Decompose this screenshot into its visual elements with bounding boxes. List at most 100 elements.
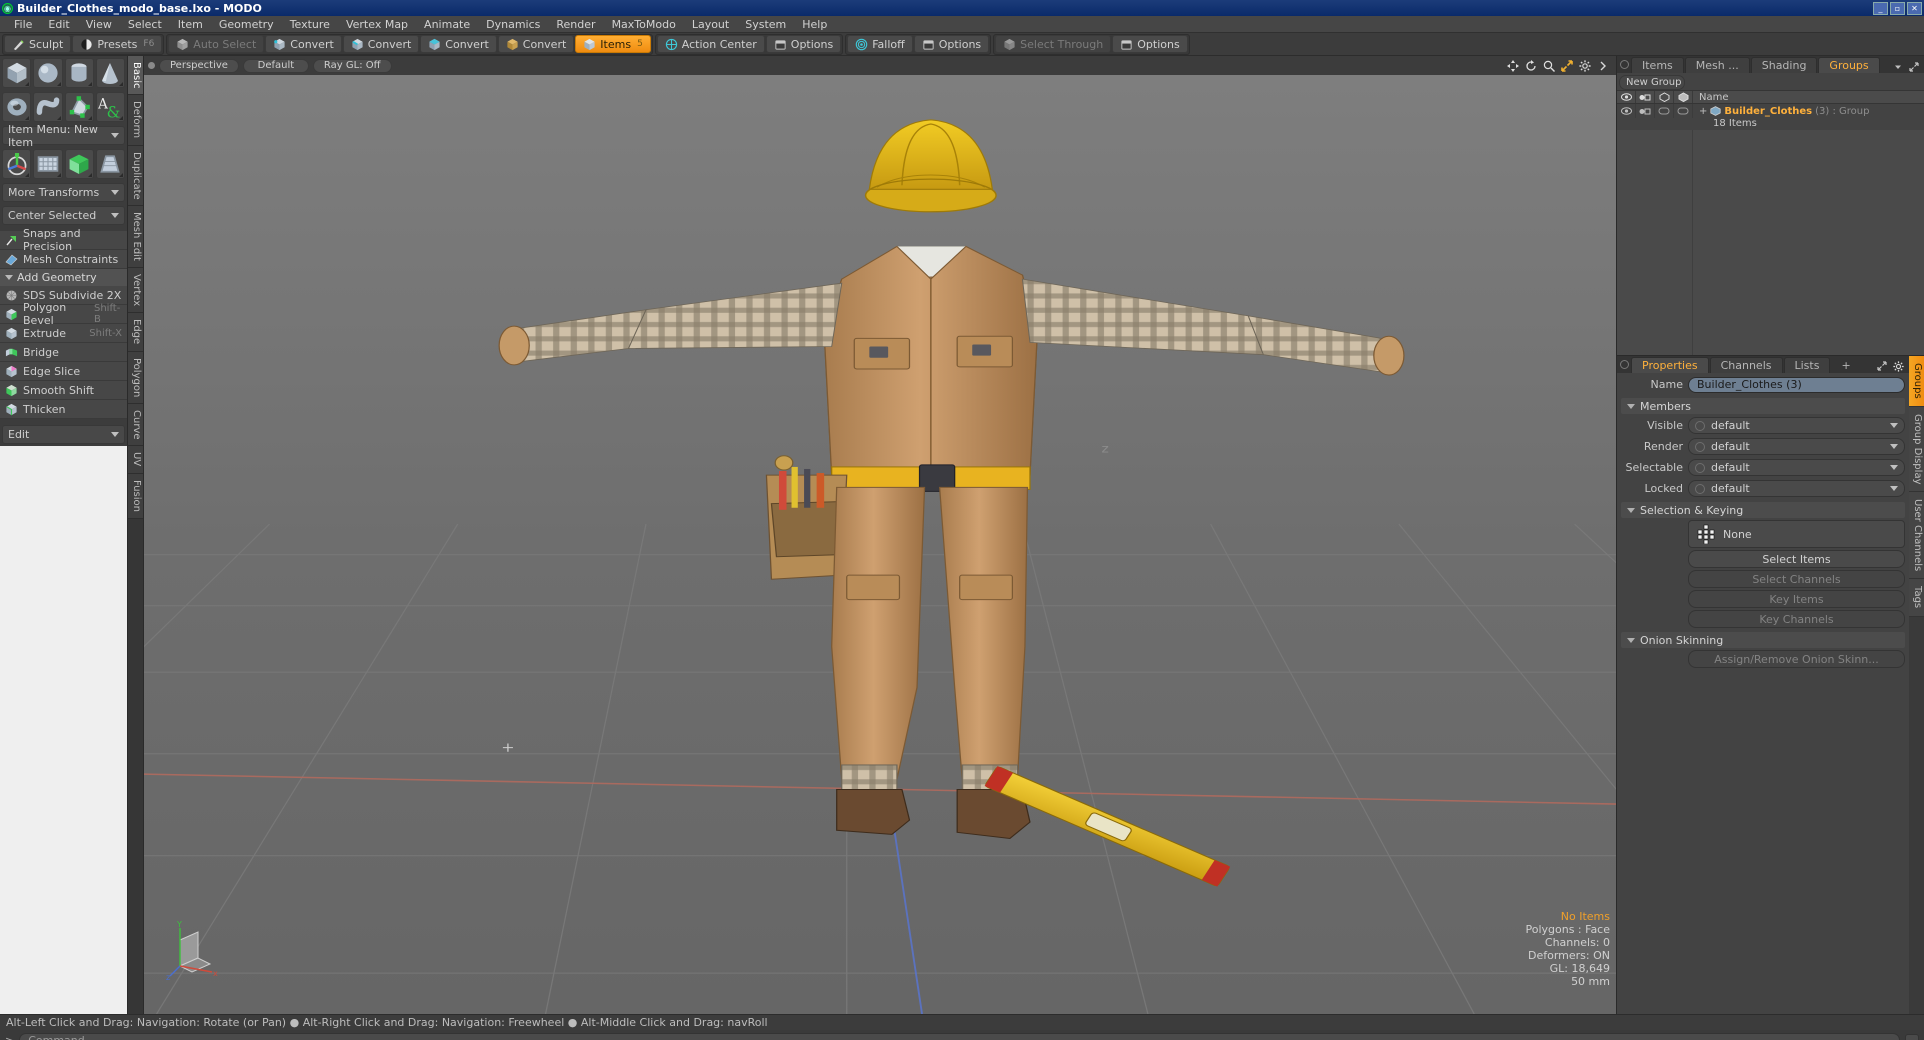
menu-item-help[interactable]: Help: [794, 17, 835, 32]
member-dropdown-selectable[interactable]: default: [1688, 459, 1905, 476]
tab-groups[interactable]: Groups: [1818, 57, 1880, 73]
move-view-icon[interactable]: [1507, 59, 1519, 72]
primitive-tube-primitive[interactable]: [33, 92, 63, 122]
new-group-button[interactable]: New Group: [1619, 75, 1685, 90]
primitive-polygon-primitive[interactable]: [64, 92, 94, 122]
chevron-right-icon[interactable]: [1597, 60, 1609, 72]
right-vertical-tab-tags[interactable]: Tags: [1909, 579, 1924, 617]
menu-item-animate[interactable]: Animate: [416, 17, 478, 32]
tool-extrude[interactable]: Extrude Shift-X: [0, 324, 127, 343]
channel-dot-icon[interactable]: [1695, 462, 1705, 473]
menu-item-dynamics[interactable]: Dynamics: [478, 17, 548, 32]
row-render-toggle[interactable]: [1636, 104, 1655, 118]
member-dropdown-visible[interactable]: default: [1688, 417, 1905, 434]
right-vertical-tab-groups[interactable]: Groups: [1909, 356, 1924, 407]
toolbar-button-items[interactable]: Items 5: [575, 35, 651, 53]
primitive-text-primitive[interactable]: A &: [95, 92, 125, 122]
toolbar-button-auto-select[interactable]: Auto Select: [168, 35, 265, 53]
primitive-cube-primitive[interactable]: [2, 58, 32, 88]
add-geometry-header[interactable]: Add Geometry: [0, 269, 127, 286]
more-transforms-dropdown[interactable]: More Transforms: [2, 183, 125, 202]
vertical-tab-basic[interactable]: Basic: [128, 56, 143, 96]
viewport-menu-icon[interactable]: [148, 62, 155, 69]
menu-item-select[interactable]: Select: [120, 17, 170, 32]
right-vertical-tab-group-display[interactable]: Group Display: [1909, 406, 1924, 493]
tool-polygon-bevel[interactable]: Polygon Bevel Shift-B: [0, 301, 127, 327]
toolbar-button-convert[interactable]: Convert: [265, 35, 342, 53]
transform-taper[interactable]: [95, 149, 125, 179]
menu-item-geometry[interactable]: Geometry: [211, 17, 282, 32]
table-row[interactable]: + Builder_Clothes (3) : Group: [1617, 104, 1924, 118]
onion-skinning-section-header[interactable]: Onion Skinning: [1621, 632, 1905, 648]
primitive-sphere-primitive[interactable]: [33, 58, 63, 88]
gear-icon[interactable]: [1579, 59, 1591, 72]
vertical-tab-deform[interactable]: Deform: [128, 95, 143, 146]
viewport-scene[interactable]: z No Items Polygons: Face Channels: 0 D…: [144, 75, 1616, 1014]
vertical-tab-fusion[interactable]: Fusion: [128, 473, 143, 519]
name-field[interactable]: Builder_Clothes (3): [1688, 376, 1905, 393]
right-vertical-tab-user-channels[interactable]: User Channels: [1909, 492, 1924, 580]
menu-item-item[interactable]: Item: [170, 17, 211, 32]
command-input[interactable]: Command: [19, 1033, 1900, 1040]
maximize-button[interactable]: ▫: [1890, 1, 1905, 15]
panel-menu-icon[interactable]: [1620, 60, 1629, 69]
toolbar-button-convert[interactable]: Convert: [497, 35, 575, 53]
expand-icon[interactable]: [1909, 62, 1919, 72]
menu-item-file[interactable]: File: [6, 17, 40, 32]
chevron-down-icon[interactable]: [1893, 62, 1903, 72]
shading-select[interactable]: Default: [242, 58, 309, 73]
primitive-torus-primitive[interactable]: [2, 92, 32, 122]
toolbar-button-sculpt[interactable]: Sculpt: [4, 35, 72, 53]
rotate-view-icon[interactable]: [1525, 59, 1537, 72]
toolbar-button-falloff[interactable]: Falloff: [847, 35, 913, 53]
properties-tab-channels[interactable]: Channels: [1709, 357, 1783, 373]
menu-item-view[interactable]: View: [78, 17, 120, 32]
toolbar-button-options[interactable]: Options: [1112, 35, 1188, 53]
properties-tab-lists[interactable]: Lists: [1783, 357, 1831, 373]
command-history-icon[interactable]: [1905, 1033, 1919, 1040]
close-button[interactable]: ✕: [1907, 1, 1922, 15]
primitive-cone-primitive[interactable]: [95, 58, 125, 88]
panel-menu-icon[interactable]: [1620, 360, 1629, 369]
primitive-cylinder-primitive[interactable]: [64, 58, 94, 88]
toolbar-button-options[interactable]: Options: [765, 35, 842, 53]
menu-item-system[interactable]: System: [737, 17, 794, 32]
select-items-button[interactable]: Select Items: [1688, 550, 1905, 568]
transform-mesh-grid[interactable]: [33, 149, 63, 179]
transform-transform-gizmo[interactable]: [2, 149, 32, 179]
expander-icon[interactable]: +: [1699, 106, 1707, 117]
vertical-tab-uv[interactable]: UV: [128, 446, 143, 474]
expand-icon[interactable]: [1877, 361, 1887, 371]
properties-tab-properties[interactable]: Properties: [1631, 357, 1709, 373]
viewport-3d[interactable]: Perspective Default Ray GL: Off z No Ite…: [144, 56, 1616, 1014]
mesh-constraints-item[interactable]: Mesh Constraints: [0, 250, 127, 269]
channel-dot-icon[interactable]: [1695, 441, 1705, 452]
toolbar-button-action-center[interactable]: Action Center: [656, 35, 765, 53]
menu-item-render[interactable]: Render: [548, 17, 603, 32]
tool-thicken[interactable]: Thicken: [0, 400, 127, 419]
toolbar-button-select-through[interactable]: Select Through: [995, 35, 1112, 53]
vertical-tab-edge[interactable]: Edge: [128, 313, 143, 352]
assign-remove-onion-skinning-button[interactable]: Assign/Remove Onion Skinn...: [1688, 650, 1905, 668]
row-visible-toggle[interactable]: [1617, 104, 1636, 118]
menu-item-vertex-map[interactable]: Vertex Map: [338, 17, 416, 32]
tab-items[interactable]: Items: [1631, 57, 1684, 73]
menu-item-edit[interactable]: Edit: [40, 17, 77, 32]
vertical-tab-duplicate[interactable]: Duplicate: [128, 145, 143, 207]
menu-item-texture[interactable]: Texture: [282, 17, 338, 32]
vertical-tab-polygon[interactable]: Polygon: [128, 351, 143, 404]
edit-dropdown[interactable]: Edit: [2, 425, 125, 444]
toolbar-button-convert[interactable]: Convert: [420, 35, 497, 53]
zoom-view-icon[interactable]: [1543, 60, 1555, 72]
transform-checker-cube[interactable]: [64, 149, 94, 179]
menu-item-maxtomodo[interactable]: MaxToModo: [604, 17, 684, 32]
member-dropdown-render[interactable]: default: [1688, 438, 1905, 455]
tab-shading[interactable]: Shading: [1750, 57, 1818, 73]
item-menu-dropdown[interactable]: Item Menu: New Item: [2, 123, 125, 149]
toolbar-button-convert[interactable]: Convert: [342, 35, 420, 53]
tool-smooth-shift[interactable]: Smooth Shift: [0, 381, 127, 400]
row-wireframe-toggle[interactable]: [1655, 104, 1674, 118]
vertical-tab-curve[interactable]: Curve: [128, 403, 143, 447]
snaps-and-precision-item[interactable]: Snaps and Precision: [0, 227, 127, 253]
raygl-select[interactable]: Ray GL: Off: [312, 58, 392, 73]
